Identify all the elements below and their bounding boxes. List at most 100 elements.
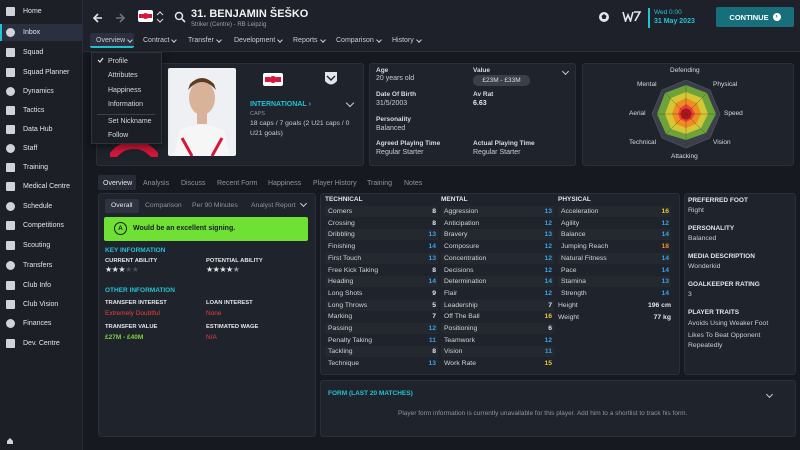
attribute-row[interactable]: Penalty Taking 11: [325, 335, 438, 346]
international-label: INTERNATIONAL: [250, 101, 307, 108]
inner-tab-overall[interactable]: Overall: [111, 202, 133, 209]
attribute-row[interactable]: Dribbling 13: [325, 229, 438, 240]
sidebar-item-medical-centre[interactable]: Medical Centre: [0, 178, 83, 195]
chevron-down-icon: [277, 36, 284, 43]
menu-item-attributes[interactable]: Attributes: [108, 72, 138, 79]
attribute-row[interactable]: Leadership 7: [441, 300, 554, 311]
sidebar-item-inbox[interactable]: Inbox: [0, 24, 83, 41]
player-photo: [168, 68, 236, 156]
attribute-row[interactable]: Pace 14: [558, 265, 671, 276]
sidebar-item-staff[interactable]: Staff: [0, 140, 83, 157]
attribute-row[interactable]: Flair 12: [441, 288, 554, 299]
sidebar-item-squad-planner[interactable]: Squad Planner: [0, 64, 83, 81]
form-title[interactable]: FORM (LAST 20 MATCHES): [328, 390, 413, 397]
attribute-row[interactable]: Acceleration 16: [558, 206, 671, 217]
tab-reports[interactable]: Reports: [293, 36, 326, 44]
tab-history[interactable]: History: [392, 36, 422, 44]
sidebar-item-dynamics[interactable]: Dynamics: [0, 83, 83, 100]
sub-tab-recent-form[interactable]: Recent Form: [217, 180, 257, 187]
attribute-row[interactable]: Agility 12: [558, 218, 671, 229]
sidebar-item-club-info[interactable]: Club Info: [0, 277, 83, 294]
inner-tab-comparison[interactable]: Comparison: [145, 202, 182, 209]
attribute-row[interactable]: Corners 8: [325, 206, 438, 217]
attribute-name: Corners: [328, 208, 353, 215]
attribute-row[interactable]: Work Rate 15: [441, 358, 554, 369]
attribute-row[interactable]: Passing 12: [325, 323, 438, 334]
forward-arrow-icon[interactable]: [113, 11, 127, 25]
sidebar-item-data-hub[interactable]: Data Hub: [0, 121, 83, 138]
sidebar-item-competitions[interactable]: Competitions: [0, 217, 83, 234]
avrat-label: Av Rat: [473, 91, 494, 98]
attribute-row[interactable]: Off The Ball 16: [441, 311, 554, 322]
attribute-row[interactable]: First Touch 13: [325, 253, 438, 264]
menu-item-profile[interactable]: Profile: [108, 58, 128, 65]
sub-tab-happiness[interactable]: Happiness: [268, 180, 301, 187]
sidebar-item-home[interactable]: Home: [0, 3, 83, 20]
attribute-row[interactable]: Teamwork 12: [441, 335, 554, 346]
attribute-row[interactable]: Vision 11: [441, 346, 554, 357]
attribute-row[interactable]: Long Shots 9: [325, 288, 438, 299]
sidebar-item-schedule[interactable]: Schedule: [0, 198, 83, 215]
sub-tab-discuss[interactable]: Discuss: [181, 180, 206, 187]
attribute-row[interactable]: Concentration 12: [441, 253, 554, 264]
trophy-icon: [6, 221, 15, 230]
menu-item-information[interactable]: Information: [108, 101, 143, 108]
attribute-row[interactable]: Long Throws 5: [325, 300, 438, 311]
search-icon[interactable]: [174, 11, 186, 23]
attribute-row[interactable]: Aggression 13: [441, 206, 554, 217]
sidebar-item-squad[interactable]: Squad: [0, 44, 83, 61]
attribute-row[interactable]: Determination 14: [441, 276, 554, 287]
attribute-row[interactable]: Bravery 13: [441, 229, 554, 240]
attribute-row[interactable]: Tackling 8: [325, 346, 438, 357]
attribute-row[interactable]: Anticipation 12: [441, 218, 554, 229]
back-arrow-icon[interactable]: [92, 11, 106, 25]
player-switch-icon[interactable]: [156, 9, 164, 25]
attribute-row[interactable]: Heading 14: [325, 276, 438, 287]
sub-tab-analysis[interactable]: Analysis: [143, 180, 169, 187]
sub-tab-notes[interactable]: Notes: [404, 180, 422, 187]
home-small-icon[interactable]: [6, 437, 14, 445]
attribute-row[interactable]: Jumping Reach 18: [558, 241, 671, 252]
continue-button[interactable]: CONTINUE ›: [716, 7, 794, 27]
tab-contract[interactable]: Contract: [143, 36, 178, 44]
ball-icon[interactable]: [598, 11, 610, 23]
sidebar-item-tactics[interactable]: Tactics: [0, 102, 83, 119]
attribute-row[interactable]: Marking 7: [325, 311, 438, 322]
sub-tab-overview[interactable]: Overview: [103, 180, 132, 187]
chevron-down-icon: [375, 36, 382, 43]
sidebar-item-training[interactable]: Training: [0, 159, 83, 176]
sub-tab-player-history[interactable]: Player History: [313, 180, 357, 187]
squad-planner-icon: [6, 68, 15, 77]
sub-tab-training[interactable]: Training: [367, 180, 392, 187]
attribute-row[interactable]: Technique 13: [325, 358, 438, 369]
sidebar-item-dev-centre[interactable]: Dev. Centre: [0, 335, 83, 352]
actual-playing-time-value: Regular Starter: [473, 149, 521, 156]
tab-transfer[interactable]: Transfer: [188, 36, 222, 44]
attribute-row[interactable]: Positioning 6: [441, 323, 554, 334]
avrat-value: 6.63: [473, 100, 487, 107]
sidebar-item-transfers[interactable]: Transfers: [0, 257, 83, 274]
menu-item-follow[interactable]: Follow: [108, 132, 128, 139]
attribute-row[interactable]: Strength 14: [558, 288, 671, 299]
menu-item-set-nickname[interactable]: Set Nickname: [108, 118, 152, 125]
sidebar-item-club-vision[interactable]: Club Vision: [0, 296, 83, 313]
attribute-row[interactable]: Decisions 12: [441, 265, 554, 276]
sidebar-item-scouting[interactable]: Scouting: [0, 237, 83, 254]
attribute-row[interactable]: Finishing 14: [325, 241, 438, 252]
sidebar-item-finances[interactable]: Finances: [0, 315, 83, 332]
menu-item-happiness[interactable]: Happiness: [108, 87, 141, 94]
attribute-row[interactable]: Natural Fitness 14: [558, 253, 671, 264]
inner-tab-per-90-minutes[interactable]: Per 90 Minutes: [192, 202, 238, 209]
media-description-value: Wonderkid: [688, 263, 721, 270]
tab-comparison[interactable]: Comparison: [336, 36, 382, 44]
tab-development[interactable]: Development: [234, 36, 284, 44]
tab-overview[interactable]: Overview: [96, 36, 134, 44]
attribute-row[interactable]: Crossing 8: [325, 218, 438, 229]
attribute-row[interactable]: Stamina 13: [558, 276, 671, 287]
chevron-down-icon: [127, 36, 134, 43]
attribute-row[interactable]: Balance 14: [558, 229, 671, 240]
inner-tab-analyst-report[interactable]: Analyst Report: [251, 202, 296, 209]
attribute-row[interactable]: Free Kick Taking 8: [325, 265, 438, 276]
international-link[interactable]: INTERNATIONAL ›: [250, 101, 311, 108]
attribute-row[interactable]: Composure 12: [441, 241, 554, 252]
